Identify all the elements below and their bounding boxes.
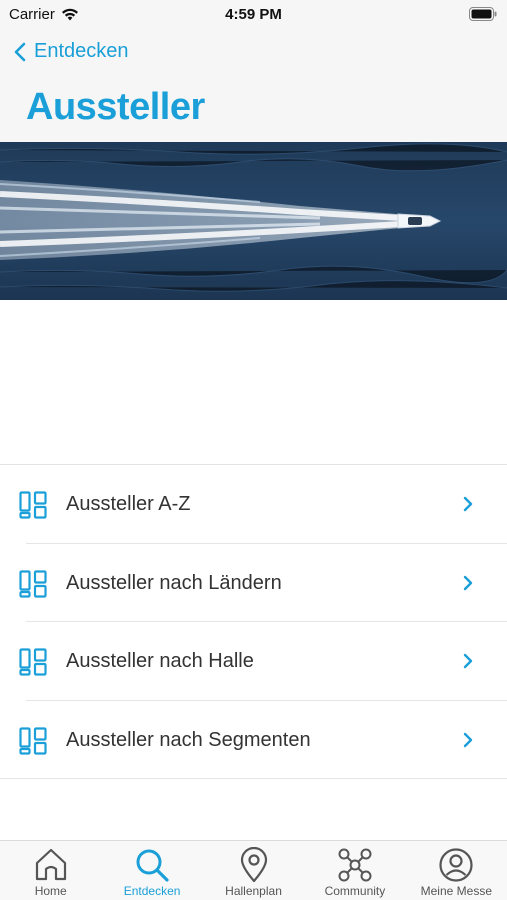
tab-label: Community <box>324 884 386 898</box>
tab-entdecken[interactable]: Entdecken <box>101 841 202 900</box>
chevron-right-icon <box>463 653 473 669</box>
status-time: 4:59 PM <box>225 6 282 23</box>
tab-label: Home <box>34 884 67 898</box>
house-icon <box>35 848 66 881</box>
user-circle-icon <box>439 848 473 882</box>
map-pin-icon <box>240 847 267 883</box>
tab-meine-messe[interactable]: Meine Messe <box>406 841 507 900</box>
search-icon <box>136 849 169 882</box>
grid-layout-icon <box>19 569 47 598</box>
menu-item-label: Aussteller nach Segmenten <box>66 728 311 751</box>
tab-home[interactable]: Home <box>0 841 101 900</box>
tab-label: Hallenplan <box>225 884 282 898</box>
menu-item-label: Aussteller nach Halle <box>66 650 254 672</box>
divider <box>0 778 507 779</box>
network-icon <box>338 848 372 882</box>
menu-item-aussteller-nach-halle[interactable]: Aussteller nach Halle <box>0 622 507 701</box>
grid-layout-icon <box>19 726 47 755</box>
back-button[interactable]: Entdecken <box>14 40 129 63</box>
menu-item-label: Aussteller nach Ländern <box>66 571 282 594</box>
menu-item-aussteller-a-z[interactable]: Aussteller A-Z <box>0 465 507 544</box>
navigation-header: Entdecken Aussteller <box>0 28 507 142</box>
exhibitor-menu-list: Aussteller A-Z Aussteller nach Ländern A… <box>0 464 507 779</box>
menu-item-aussteller-nach-segmenten[interactable]: Aussteller nach Segmenten <box>0 701 507 779</box>
menu-item-label: Aussteller A-Z <box>66 493 191 515</box>
tab-community[interactable]: Community <box>304 841 405 900</box>
hero-image <box>0 142 507 300</box>
chevron-left-icon <box>14 42 26 61</box>
tab-bar: Home Entdecken Hallenplan Community Mein… <box>0 840 507 900</box>
grid-layout-icon <box>19 491 47 519</box>
chevron-right-icon <box>463 732 473 747</box>
page-title: Aussteller <box>26 86 205 128</box>
tab-label: Meine Messe <box>420 884 493 898</box>
grid-layout-icon <box>19 648 47 676</box>
back-button-label: Entdecken <box>34 40 129 62</box>
battery-icon <box>469 7 497 25</box>
chevron-right-icon <box>463 496 473 512</box>
menu-item-aussteller-nach-laendern[interactable]: Aussteller nach Ländern <box>0 544 507 622</box>
tab-hallenplan[interactable]: Hallenplan <box>203 841 304 900</box>
chevron-right-icon <box>463 575 473 590</box>
tab-label: Entdecken <box>123 884 181 898</box>
status-bar: Carrier 4:59 PM <box>0 0 507 28</box>
